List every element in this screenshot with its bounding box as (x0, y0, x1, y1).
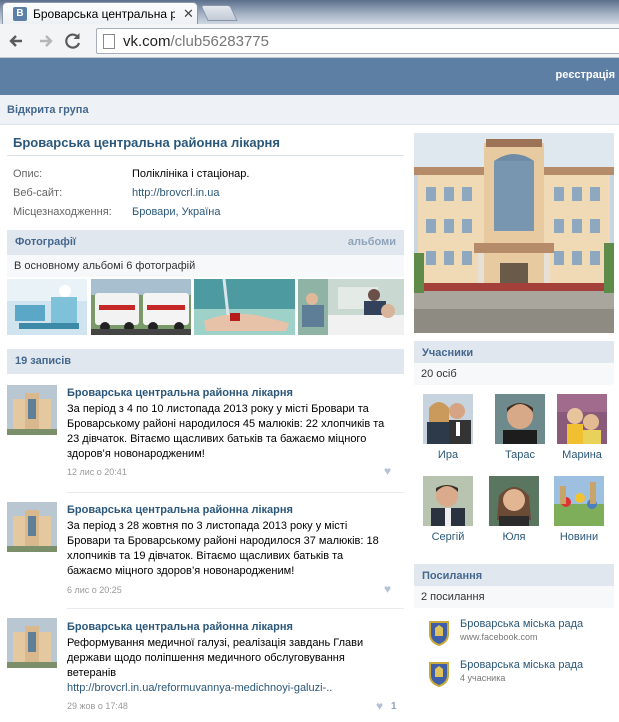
member-item[interactable]: Ира (413, 394, 483, 461)
photo-thumbnail[interactable] (194, 279, 295, 335)
wall-count[interactable]: 19 записів (15, 355, 71, 367)
post-text: Реформування медичної галузі, реалізація… (67, 636, 387, 696)
info-value: Поліклініка і стаціонар. (132, 168, 250, 180)
members-title[interactable]: Учасники (422, 347, 473, 359)
post-author-avatar[interactable] (7, 502, 57, 552)
photo-thumbnail[interactable] (91, 279, 191, 335)
forward-arrow-icon[interactable] (34, 30, 56, 52)
link-subtitle: 4 учасника (460, 673, 506, 683)
member-item[interactable]: Марина (547, 394, 617, 461)
browser-toolbar: vk.com/club56283775 (0, 24, 619, 58)
member-name[interactable]: Тарас (485, 449, 555, 461)
member-item[interactable]: Тарас (485, 394, 555, 461)
albums-link[interactable]: альбоми (348, 236, 396, 248)
website-link[interactable]: http://brovcrl.in.ua (132, 187, 219, 199)
post-date[interactable]: 6 лис о 20:25 (67, 585, 122, 595)
post-link[interactable]: http://brovcrl.in.ua/reformuvannya-medic… (67, 681, 387, 696)
post-author-avatar[interactable] (7, 385, 57, 435)
member-name[interactable]: Новини (544, 531, 614, 543)
photo-thumbnail[interactable] (298, 279, 404, 335)
register-link[interactable]: реєстрація (556, 69, 616, 81)
post-text: За період з 4 по 10 листопада 2013 року … (67, 403, 385, 460)
reload-icon[interactable] (62, 30, 84, 52)
photos-title[interactable]: Фотографії (15, 236, 76, 248)
member-name[interactable]: Юля (479, 531, 549, 543)
close-tab-icon[interactable]: ✕ (183, 6, 194, 22)
photos-summary-bar: В основному альбомі 6 фотографій (7, 255, 404, 277)
avatar[interactable] (495, 394, 545, 444)
link-title[interactable]: Броварська міська рада (460, 618, 583, 630)
coat-of-arms-icon[interactable] (426, 659, 452, 688)
new-tab-button[interactable] (200, 5, 238, 21)
vk-header-bar: реєстрація (0, 58, 619, 95)
post-divider (67, 492, 404, 493)
post-divider (67, 608, 404, 609)
like-heart-icon[interactable]: ♥ (384, 464, 391, 478)
info-label: Веб-сайт: (13, 187, 63, 199)
member-name[interactable]: Сергій (413, 531, 483, 543)
photo-thumbnail[interactable] (7, 279, 87, 335)
link-subtitle: www.facebook.com (460, 632, 538, 642)
member-name[interactable]: Ира (413, 449, 483, 461)
coat-of-arms-icon[interactable] (426, 618, 452, 647)
location-link[interactable]: Бровари, Україна (132, 206, 220, 218)
post-text: За період з 28 жовтня по 3 листопада 201… (67, 520, 379, 577)
avatar[interactable] (557, 394, 607, 444)
group-main-photo[interactable] (414, 133, 614, 333)
links-count: 2 посилання (421, 591, 485, 603)
post-date[interactable]: 12 лис о 20:41 (67, 467, 127, 477)
group-type-label: Відкрита група (7, 104, 89, 116)
page-icon (103, 34, 115, 49)
info-label: Місцезнаходження: (13, 206, 112, 218)
browser-tab[interactable]: В Броварська центральна р ✕ (2, 2, 198, 24)
member-name[interactable]: Марина (547, 449, 617, 461)
like-count: 1 (391, 701, 397, 712)
wall-header: 19 записів (7, 349, 404, 374)
member-item[interactable]: Сергій (413, 476, 483, 543)
members-count-bar: 20 осіб (414, 363, 614, 385)
member-item[interactable]: Юля (479, 476, 549, 543)
link-title[interactable]: Броварська міська рада (460, 659, 583, 671)
vk-favicon-icon: В (13, 7, 27, 21)
divider (7, 155, 404, 156)
tab-title: Броварська центральна р (33, 7, 175, 21)
post-author-link[interactable]: Броварська центральна районна лікарня (67, 387, 293, 399)
member-item[interactable]: Новини (544, 476, 614, 543)
browser-tab-strip: В Броварська центральна р ✕ (0, 0, 619, 24)
avatar[interactable] (489, 476, 539, 526)
photos-header: Фотографії альбоми (7, 230, 404, 255)
post-author-link[interactable]: Броварська центральна районна лікарня (67, 504, 293, 516)
address-bar[interactable]: vk.com/club56283775 (96, 28, 619, 54)
members-count[interactable]: 20 осіб (421, 368, 457, 380)
photos-summary: В основному альбомі 6 фотографій (14, 260, 196, 272)
avatar[interactable] (554, 476, 604, 526)
avatar[interactable] (423, 476, 473, 526)
like-heart-icon[interactable]: ♥ (384, 582, 391, 596)
like-heart-icon[interactable]: ♥ (376, 699, 383, 713)
avatar[interactable] (423, 394, 473, 444)
group-type-bar: Відкрита група (0, 95, 619, 125)
post-date[interactable]: 29 жов о 17:48 (67, 701, 128, 711)
post-author-avatar[interactable] (7, 618, 57, 668)
group-name[interactable]: Броварська центральна районна лікарня (13, 135, 280, 150)
links-title[interactable]: Посилання (422, 570, 482, 582)
address-url: vk.com/club56283775 (123, 33, 269, 50)
back-arrow-icon[interactable] (6, 30, 28, 52)
info-label: Опис: (13, 168, 43, 180)
links-count-bar: 2 посилання (414, 586, 614, 608)
post-author-link[interactable]: Броварська центральна районна лікарня (67, 621, 293, 633)
